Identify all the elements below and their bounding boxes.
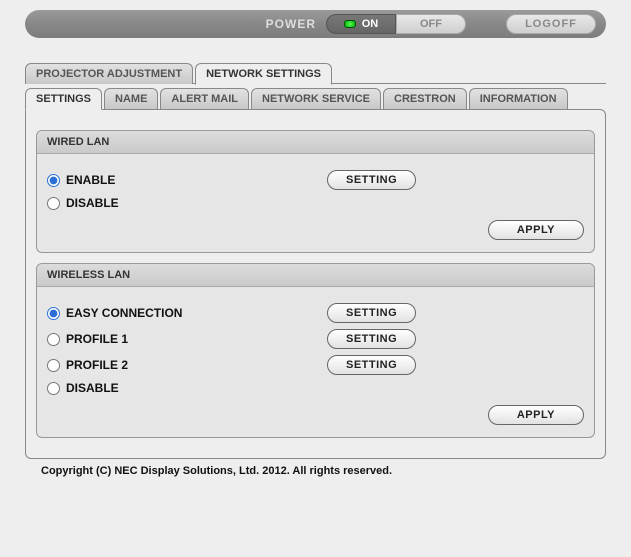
- wired-enable-radio[interactable]: [47, 174, 60, 187]
- wired-apply-button[interactable]: APPLY: [488, 220, 584, 240]
- wireless-apply-button[interactable]: APPLY: [488, 405, 584, 425]
- wireless-profile2-label: PROFILE 2: [66, 358, 128, 372]
- subtab-settings[interactable]: SETTINGS: [25, 88, 102, 110]
- wired-setting-button[interactable]: SETTING: [327, 170, 416, 190]
- power-on-label: ON: [362, 18, 379, 30]
- wireless-easy-label: EASY CONNECTION: [66, 306, 182, 320]
- main-tab-row: PROJECTOR ADJUSTMENT NETWORK SETTINGS: [25, 63, 606, 84]
- power-led-icon: [344, 20, 356, 28]
- copyright-text: Copyright (C) NEC Display Solutions, Ltd…: [25, 459, 606, 477]
- tab-network-settings[interactable]: NETWORK SETTINGS: [195, 63, 332, 85]
- sub-tab-row: SETTINGS NAME ALERT MAIL NETWORK SERVICE…: [25, 88, 606, 109]
- subtab-information[interactable]: INFORMATION: [469, 88, 568, 109]
- wired-enable-label: ENABLE: [66, 173, 115, 187]
- power-off-label: OFF: [420, 18, 442, 30]
- wireless-profile2-setting-button[interactable]: SETTING: [327, 355, 416, 375]
- wireless-profile1-label: PROFILE 1: [66, 332, 128, 346]
- subtab-alert-mail[interactable]: ALERT MAIL: [160, 88, 249, 109]
- subtab-name[interactable]: NAME: [104, 88, 158, 109]
- wired-lan-title: WIRED LAN: [37, 131, 594, 154]
- power-label: POWER: [266, 17, 316, 31]
- wireless-disable-label: DISABLE: [66, 381, 119, 395]
- subtab-crestron[interactable]: CRESTRON: [383, 88, 467, 109]
- wireless-profile1-radio[interactable]: [47, 333, 60, 346]
- tab-projector-adjustment[interactable]: PROJECTOR ADJUSTMENT: [25, 63, 193, 84]
- wired-disable-radio[interactable]: [47, 197, 60, 210]
- wireless-lan-section: WIRELESS LAN EASY CONNECTION SETTING PRO…: [36, 263, 595, 438]
- power-on-button[interactable]: ON: [326, 14, 396, 34]
- wireless-easy-setting-button[interactable]: SETTING: [327, 303, 416, 323]
- wired-lan-section: WIRED LAN ENABLE SETTING DISABLE A: [36, 130, 595, 253]
- logoff-button[interactable]: LOGOFF: [506, 14, 596, 34]
- wireless-lan-title: WIRELESS LAN: [37, 264, 594, 287]
- subtab-network-service[interactable]: NETWORK SERVICE: [251, 88, 381, 109]
- wireless-profile2-radio[interactable]: [47, 359, 60, 372]
- power-off-button[interactable]: OFF: [396, 14, 466, 34]
- logoff-label: LOGOFF: [525, 18, 577, 30]
- header-bar: POWER ON OFF LOGOFF: [25, 10, 606, 38]
- wired-disable-label: DISABLE: [66, 196, 119, 210]
- settings-panel: WIRED LAN ENABLE SETTING DISABLE A: [25, 109, 606, 459]
- wireless-profile1-setting-button[interactable]: SETTING: [327, 329, 416, 349]
- wireless-easy-radio[interactable]: [47, 307, 60, 320]
- wireless-disable-radio[interactable]: [47, 382, 60, 395]
